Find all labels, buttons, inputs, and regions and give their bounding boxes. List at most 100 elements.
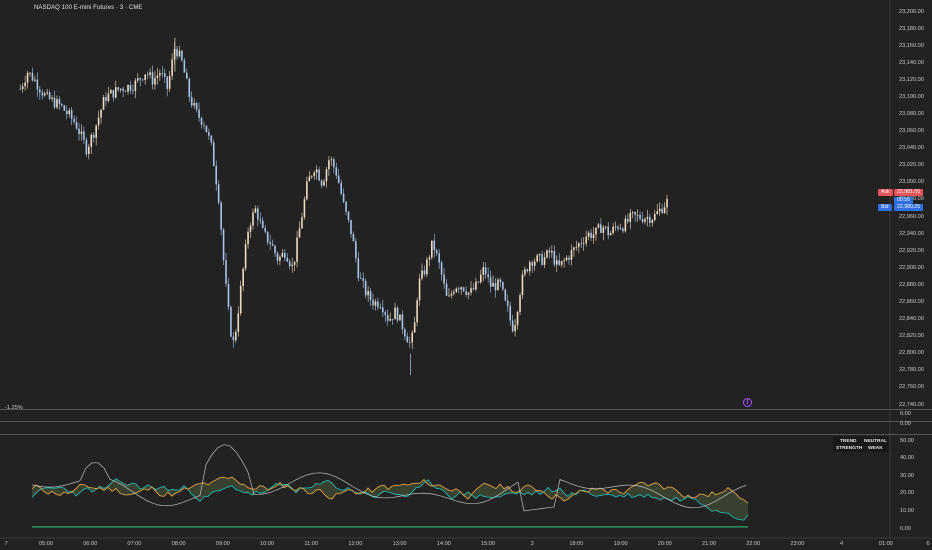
- candle-body: [399, 314, 401, 321]
- candle-body: [323, 181, 325, 186]
- price-tick-label: 22,900.00: [899, 264, 924, 271]
- candle-body: [543, 257, 546, 265]
- price-tick-label: 23,120.00: [899, 76, 924, 83]
- candle-body: [443, 274, 445, 284]
- trend-value: NEUTRAL: [864, 439, 887, 444]
- oscillator-tick-label: 40.00: [900, 455, 914, 462]
- candle-body: [176, 48, 178, 57]
- pane-separator-2[interactable]: [0, 421, 932, 422]
- candle-body: [163, 73, 166, 77]
- candle-body: [526, 269, 529, 272]
- candle-body: [482, 267, 485, 275]
- candle-body: [521, 274, 524, 296]
- candle-body: [342, 193, 345, 202]
- time-tick-label: 21:00: [702, 541, 716, 547]
- candle-body: [70, 110, 73, 119]
- bid-price-tag: 22,980.25: [894, 204, 924, 211]
- candle-body: [578, 243, 580, 247]
- candle-body: [435, 250, 438, 254]
- candle-body: [499, 279, 502, 282]
- candle-body: [401, 314, 404, 330]
- strength-value: WEAK: [868, 446, 883, 451]
- candle-body: [286, 257, 289, 262]
- candle-body: [408, 342, 411, 344]
- candle-body: [541, 254, 543, 265]
- candle-body: [617, 226, 619, 229]
- candle-body: [653, 213, 656, 221]
- candle-body: [105, 97, 107, 101]
- candle-body: [658, 208, 661, 212]
- pane2-axis-label: 0.00: [900, 411, 911, 417]
- candle-body: [205, 125, 208, 133]
- candle-body: [46, 92, 48, 94]
- candle-body: [320, 180, 323, 186]
- candle-body: [340, 182, 342, 194]
- candle-body: [257, 208, 259, 220]
- price-chart-canvas[interactable]: [0, 0, 932, 550]
- pane-separator-1[interactable]: [0, 409, 932, 410]
- countdown-tag: 00:56: [894, 196, 913, 204]
- candle-body: [29, 72, 31, 74]
- candle-body: [369, 291, 372, 300]
- candle-body: [222, 229, 225, 261]
- candle-body: [127, 84, 129, 92]
- candle-body: [325, 169, 328, 182]
- time-tick-label: 23:00: [790, 541, 805, 547]
- candle-body: [313, 172, 316, 177]
- bid-label-tag: Bid: [878, 204, 892, 211]
- time-tick-label: 05:00: [39, 541, 53, 547]
- candle-body: [186, 72, 188, 79]
- candle-body: [68, 110, 71, 115]
- candle-body: [423, 270, 426, 275]
- candle-body: [168, 75, 171, 89]
- candle-body: [276, 253, 279, 261]
- candle-body: [484, 267, 487, 275]
- candle-body: [553, 250, 556, 265]
- candle-body: [487, 274, 489, 278]
- candle-body: [377, 301, 379, 308]
- candle-body: [604, 226, 607, 228]
- candle-body: [580, 243, 583, 245]
- price-tick-label: 23,020.00: [899, 162, 924, 169]
- oscillator-fill: [32, 477, 748, 521]
- time-tick-label: 08:00: [171, 541, 186, 547]
- pane-separator-3[interactable]: [0, 434, 932, 435]
- candle-body: [386, 314, 389, 321]
- candle-body: [455, 288, 458, 292]
- price-tick-label: 22,800.00: [899, 350, 924, 357]
- candle-body: [51, 97, 53, 99]
- event-marker-icon[interactable]: ʃ: [743, 398, 752, 407]
- time-tick-label: 13:00: [392, 541, 407, 547]
- time-tick-label: 4: [840, 541, 844, 547]
- candle-body: [538, 254, 541, 256]
- candle-body: [560, 260, 563, 265]
- candle-body: [404, 329, 406, 337]
- candle-body: [149, 72, 151, 76]
- candle-body: [43, 93, 46, 96]
- candle-body: [298, 228, 301, 238]
- oscillator-tick-label: 0.00: [900, 525, 911, 532]
- price-tick-label: 23,140.00: [899, 59, 924, 66]
- candle-body: [475, 281, 477, 290]
- candle-body: [492, 282, 494, 287]
- candle-body: [271, 243, 274, 246]
- candle-body: [242, 268, 244, 286]
- price-tick-label: 22,920.00: [899, 247, 924, 254]
- candle-body: [421, 270, 423, 279]
- candle-body: [622, 228, 624, 232]
- candle-body: [389, 318, 391, 321]
- candle-body: [254, 208, 257, 213]
- candle-body: [531, 262, 534, 266]
- candle-body: [328, 160, 330, 170]
- time-tick-label: 20:00: [657, 541, 672, 547]
- price-tick-label: 23,060.00: [899, 128, 924, 135]
- candle-body: [575, 246, 578, 248]
- time-tick-label: 22:00: [746, 541, 761, 547]
- candle-body: [85, 139, 88, 155]
- candle-body: [411, 332, 414, 343]
- candle-body: [83, 131, 85, 140]
- candle-body: [509, 305, 512, 321]
- candle-body: [359, 278, 362, 279]
- strength-label: STRENGTH: [836, 446, 863, 451]
- price-tick-label: 23,200.00: [899, 8, 924, 15]
